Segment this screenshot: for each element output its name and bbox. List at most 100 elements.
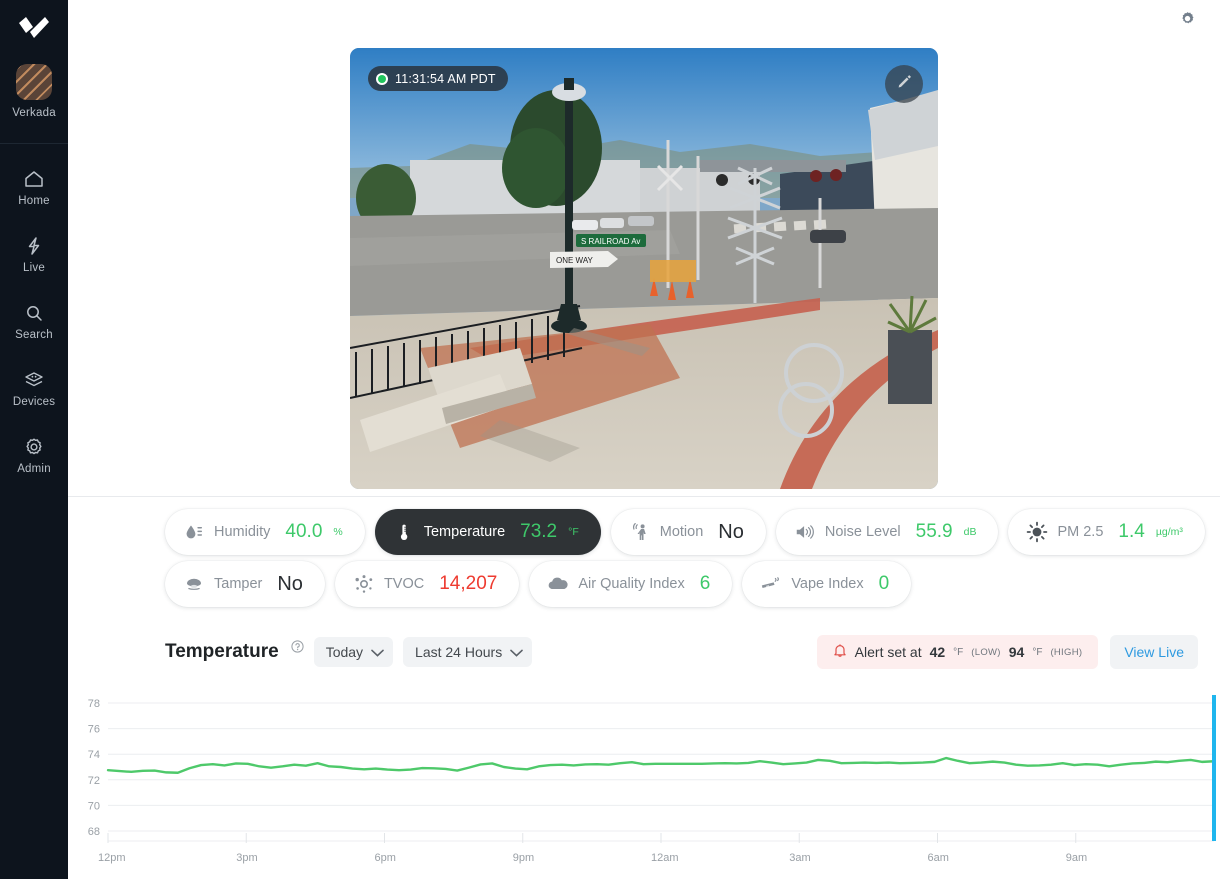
sensor-chip-vape-index[interactable]: Vape Index 0 [742, 561, 912, 607]
sensor-chip-temperature[interactable]: Temperature 73.2 °F [374, 509, 601, 555]
cloud-icon [547, 576, 569, 592]
sidebar-item-home[interactable]: Home [0, 160, 68, 214]
sensor-label: Noise Level [824, 524, 901, 540]
sensor-chip-grid: Humidity 40.0 % Temperature 73.2 °F Moti… [68, 497, 1220, 613]
sensor-chip-row-1: Humidity 40.0 % Temperature 73.2 °F Moti… [165, 509, 1220, 555]
particulate-icon [1026, 521, 1048, 543]
sensor-chip-pm25[interactable]: PM 2.5 1.4 µg/m³ [1008, 509, 1205, 555]
org-switcher[interactable]: Verkada [12, 64, 56, 119]
sensor-value: 14,207 [439, 573, 498, 594]
chart-x-tick-label: 6pm [375, 852, 396, 864]
chart-header: Temperature Today Last 24 Hours Alert se… [68, 613, 1220, 669]
sidebar: Verkada Home Live Search Devices Admin [0, 0, 68, 879]
view-live-label: View Live [1124, 644, 1184, 660]
sensor-chip-tamper[interactable]: Tamper No [165, 561, 325, 607]
sensor-label: Tamper [214, 576, 263, 592]
org-avatar [15, 64, 52, 100]
sidebar-item-label: Admin [17, 463, 51, 475]
camera-video-player[interactable]: S RAILROAD Av ONE WAY 11:31:54 AM PDT [350, 48, 938, 489]
alert-low-tag: (LOW) [971, 646, 1001, 658]
settings-gear-button[interactable] [1176, 12, 1198, 34]
sensor-value: 1.4 [1118, 521, 1145, 542]
sensor-label: Vape Index [791, 576, 864, 592]
sensor-value: No [718, 520, 744, 543]
help-circle-icon[interactable] [291, 640, 304, 658]
sensor-chip-tvoc[interactable]: TVOC 14,207 [334, 561, 520, 607]
sensor-value: No [277, 572, 303, 595]
gear-icon [23, 437, 45, 457]
chart-y-tick-label: 72 [88, 775, 100, 787]
alert-prefix: Alert set at [854, 644, 922, 660]
time-range-value: Last 24 Hours [415, 644, 503, 660]
chart-x-tick-label: 12am [651, 852, 679, 864]
sidebar-item-search[interactable]: Search [0, 294, 68, 348]
chart-y-tick-label: 68 [88, 826, 100, 838]
chart-x-tick-label: 3pm [236, 852, 257, 864]
org-name-label: Verkada [12, 107, 56, 119]
temperature-line-chart-svg: 78 76 74 72 70 68 12pm 3pm 6pm 9pm 12am 3am 6am 9am [88, 695, 1216, 864]
pencil-icon [896, 73, 913, 95]
sensor-unit: °F [568, 526, 579, 538]
svg-text:ONE WAY: ONE WAY [556, 256, 594, 265]
camera-panel: S RAILROAD Av ONE WAY 11:31:54 AM PDT [68, 46, 1220, 497]
app-root: Verkada Home Live Search Devices Admin S… [0, 0, 1220, 879]
sidebar-item-admin[interactable]: Admin [0, 428, 68, 482]
chart-x-tick-label: 12pm [98, 852, 126, 864]
chart-x-tick-label: 3am [789, 852, 810, 864]
sensor-value: 6 [699, 573, 711, 594]
sidebar-item-label: Live [23, 262, 45, 274]
sensor-value: 0 [878, 573, 890, 594]
alert-threshold-badge[interactable]: Alert set at 42 °F (LOW) 94 °F (HIGH) [816, 635, 1099, 669]
chart-y-tick-label: 76 [88, 724, 100, 736]
sidebar-nav-list: Home Live Search Devices Admin [0, 160, 68, 495]
sensor-unit: % [333, 526, 343, 538]
video-timestamp-text: 11:31:54 AM PDT [395, 71, 496, 86]
sensor-label: Motion [659, 524, 704, 540]
sensor-chip-humidity[interactable]: Humidity 40.0 % [165, 509, 365, 555]
sensor-unit: dB [963, 526, 977, 538]
tamper-icon [183, 575, 205, 593]
devices-stack-icon [23, 370, 45, 390]
sensor-chip-air-quality-index[interactable]: Air Quality Index 6 [529, 561, 733, 607]
speaker-icon [794, 522, 816, 542]
temperature-chart[interactable]: 78 76 74 72 70 68 12pm 3pm 6pm 9pm 12am 3am 6am 9am [68, 693, 1220, 873]
chart-y-tick-label: 70 [88, 800, 100, 812]
verkada-checkmark-logo-icon[interactable] [17, 14, 51, 42]
sidebar-item-label: Home [18, 195, 50, 207]
chart-y-tick-label: 78 [88, 698, 100, 710]
bell-icon [833, 643, 847, 661]
topbar [68, 0, 1220, 46]
chart-x-tick-label: 6am [928, 852, 949, 864]
day-range-select[interactable]: Today [313, 637, 394, 667]
day-range-value: Today [325, 644, 364, 660]
alert-high-tag: (HIGH) [1050, 646, 1083, 658]
time-range-select[interactable]: Last 24 Hours [403, 637, 533, 667]
sidebar-divider [0, 143, 68, 144]
chevron-down-icon [510, 644, 524, 660]
gear-icon [1177, 10, 1198, 36]
recording-dot-icon [376, 72, 388, 85]
sidebar-item-live[interactable]: Live [0, 227, 68, 281]
sidebar-item-devices[interactable]: Devices [0, 361, 68, 415]
lightning-bolt-icon [23, 236, 45, 256]
chart-x-tick-label: 9am [1066, 852, 1087, 864]
main-content: S RAILROAD Av ONE WAY 11:31:54 AM PDT Hu… [68, 0, 1220, 879]
sensor-unit: µg/m³ [1155, 526, 1183, 538]
tvoc-icon [353, 573, 375, 595]
motion-person-icon [629, 522, 651, 542]
thermometer-icon [393, 522, 415, 542]
view-live-button[interactable]: View Live [1110, 635, 1198, 669]
video-timestamp-badge: 11:31:54 AM PDT [368, 66, 508, 91]
svg-text:S RAILROAD Av: S RAILROAD Av [581, 237, 640, 246]
camera-still-image: S RAILROAD Av ONE WAY [350, 48, 938, 489]
alert-low-unit: °F [953, 646, 964, 658]
sensor-chip-row-2: Tamper No TVOC 14,207 Air Quality Index … [165, 561, 1220, 607]
sensor-label: Temperature [423, 524, 506, 540]
sensor-chip-motion[interactable]: Motion No [610, 509, 766, 555]
chart-x-tick-label: 9pm [513, 852, 534, 864]
sensor-value: 40.0 [285, 521, 323, 542]
sensor-chip-noise-level[interactable]: Noise Level 55.9 dB [775, 509, 999, 555]
alert-low-value: 42 [929, 644, 946, 660]
sidebar-item-label: Devices [12, 396, 56, 408]
edit-camera-button[interactable] [885, 65, 923, 103]
